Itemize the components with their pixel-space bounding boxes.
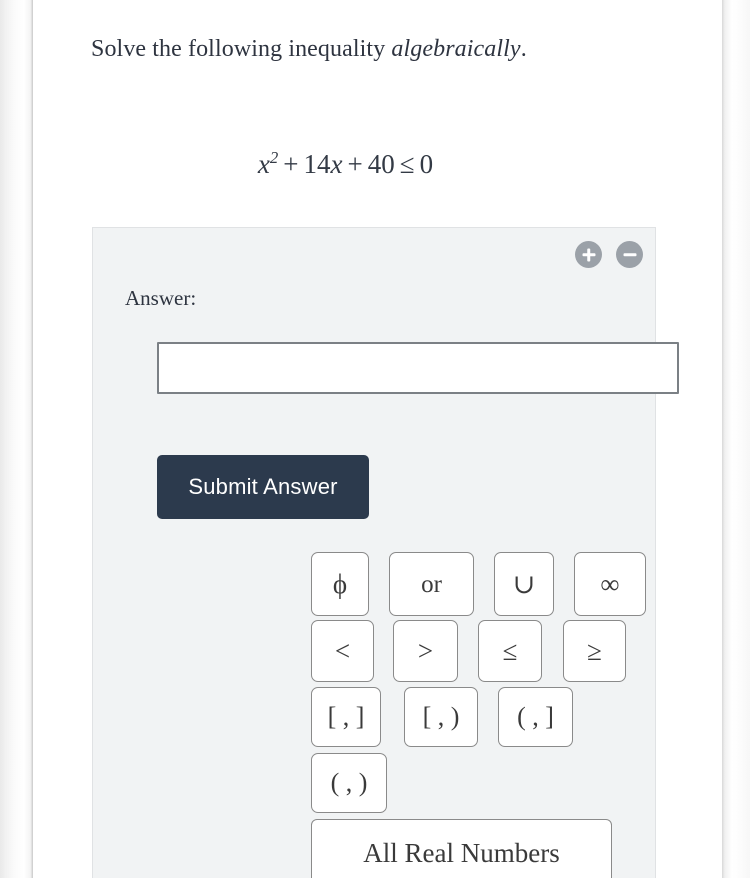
- question-prompt-period: .: [520, 36, 527, 62]
- symbol-keypad: ϕ or ∪ ∞ < > ≤ ≥ [ , ] [ , ) ( , ] ( , )…: [93, 228, 657, 878]
- keypad-or-button[interactable]: or: [389, 552, 474, 616]
- keypad-empty-set-button[interactable]: ϕ: [311, 552, 369, 616]
- equation-constant: 40: [367, 149, 395, 179]
- equation-right-side: 0: [419, 149, 434, 179]
- keypad-closed-open-interval-button[interactable]: [ , ): [404, 687, 478, 747]
- question-prompt-emphasis: algebraically: [391, 36, 521, 62]
- answer-panel: Answer: Submit Answer ϕ or ∪ ∞ < > ≤ ≥ […: [92, 227, 679, 878]
- left-page-gutter: [0, 0, 33, 878]
- keypad-greater-than-or-equal-button[interactable]: ≥: [563, 620, 626, 682]
- question-prompt-main: Solve the following inequality: [91, 36, 392, 62]
- answer-input[interactable]: [157, 342, 679, 394]
- equation-operator-1: +: [283, 149, 299, 179]
- inequality-equation: x2 +14x +40 ≤0: [33, 148, 658, 180]
- equation-variable: x: [257, 149, 270, 179]
- keypad-all-real-numbers-button[interactable]: All Real Numbers: [311, 819, 612, 878]
- answer-label: Answer:: [125, 286, 197, 310]
- equation-operator-2: +: [347, 149, 363, 179]
- keypad-infinity-button[interactable]: ∞: [574, 552, 646, 616]
- plus-icon-vertical-bar: [586, 248, 591, 261]
- minus-icon-button[interactable]: [616, 241, 643, 268]
- minus-icon-bar: [623, 252, 636, 257]
- equation-coefficient: 14: [303, 149, 331, 179]
- keypad-less-than-button[interactable]: <: [311, 620, 374, 682]
- question-content-area: Solve the following inequality algebraic…: [33, 0, 722, 878]
- equation-relation: ≤: [399, 149, 415, 179]
- page-scrollbar-track[interactable]: [734, 0, 742, 878]
- panel-zoom-controls: [575, 241, 643, 268]
- keypad-open-interval-button[interactable]: ( , ): [311, 753, 387, 813]
- equation-variable-2: x: [330, 149, 343, 179]
- keypad-less-than-or-equal-button[interactable]: ≤: [478, 620, 542, 682]
- keypad-union-button[interactable]: ∪: [494, 552, 554, 616]
- equation-exponent: 2: [269, 148, 279, 167]
- keypad-open-closed-interval-button[interactable]: ( , ]: [498, 687, 573, 747]
- submit-answer-button[interactable]: Submit Answer: [157, 455, 369, 519]
- page-shell: Solve the following inequality algebraic…: [0, 0, 750, 878]
- plus-icon-button[interactable]: [575, 241, 602, 268]
- keypad-closed-interval-button[interactable]: [ , ]: [311, 687, 381, 747]
- keypad-greater-than-button[interactable]: >: [393, 620, 458, 682]
- question-prompt: Solve the following inequality algebraic…: [91, 36, 527, 63]
